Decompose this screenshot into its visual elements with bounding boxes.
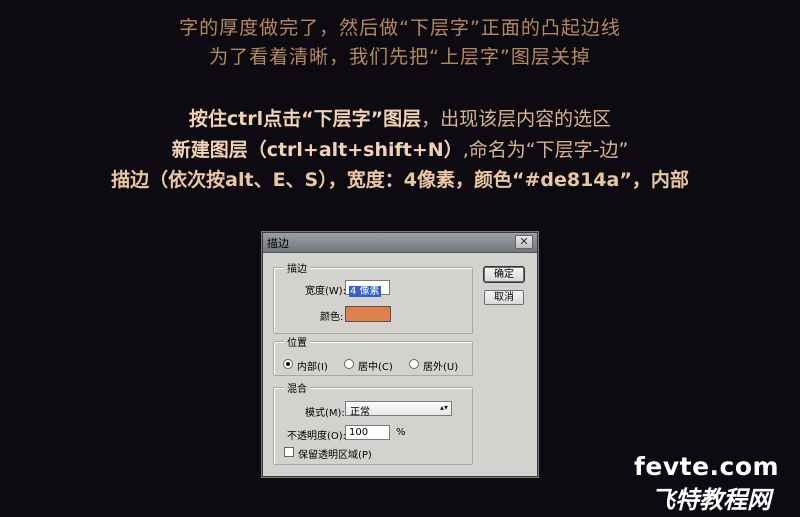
dialog-titlebar[interactable]: 描边 ✕ [263,233,537,253]
preserve-label[interactable]: 保留透明区域(P) [298,446,372,461]
preserve-checkbox[interactable] [284,447,294,457]
watermark-site-name: 飞特教程网 [651,486,771,514]
radio-outside-label[interactable]: 居外(U) [423,358,458,373]
width-input[interactable]: 4 像素 [345,280,390,297]
width-value: 4 像素 [349,286,381,297]
mode-value: 正常 [350,407,370,418]
blend-group-legend: 混合 [284,380,310,395]
select-arrows-icon: ▴▾ [439,403,448,412]
intro-line-1: 字的厚度做完了，然后做“下层字”正面的凸起边线 [179,17,621,39]
stroke-group-legend: 描边 [284,260,310,275]
radio-center[interactable] [344,359,354,369]
dialog-title: 描边 [267,237,289,250]
color-label: 颜色: [320,312,344,323]
opacity-unit: % [396,427,406,438]
close-icon[interactable]: ✕ [515,235,533,249]
step-3: 描边（依次按alt、E、S），宽度：4像素，颜色“#de814a”，内部 [111,169,689,191]
color-swatch[interactable] [345,306,391,322]
ok-button[interactable]: 确定 [484,267,524,282]
stroke-group: 描边 [273,260,473,334]
stroke-dialog: 描边 ✕ 描边 宽度(W): 4 像素 颜色: 位置 内部(I) 居中(C) 居… [262,232,538,477]
width-label: 宽度(W): [305,286,347,297]
radio-outside[interactable] [409,359,419,369]
radio-center-label[interactable]: 居中(C) [358,358,393,373]
mode-label: 模式(M): [305,408,345,419]
position-group-legend: 位置 [284,334,310,349]
radio-inside[interactable] [283,359,293,369]
step-1-emphasis: 按住ctrl点击“下层字”图层 [188,108,422,130]
intro-line-2: 为了看着清晰，我们先把“上层字”图层关掉 [209,46,591,68]
mode-select[interactable]: 正常 ▴▾ [345,401,452,418]
step-1-rest: ，出现该层内容的选区 [421,108,612,130]
opacity-input[interactable]: 100 [345,425,390,440]
step-2-rest: ,命名为“下层字-边” [462,139,629,161]
opacity-label: 不透明度(O): [287,431,347,442]
step-2: 新建图层（ctrl+alt+shift+N）,命名为“下层字-边” [0,135,800,162]
watermark-domain: fevte.com [634,452,780,481]
cancel-button[interactable]: 取消 [484,290,524,305]
step-1: 按住ctrl点击“下层字”图层，出现该层内容的选区 [0,104,800,131]
radio-inside-label[interactable]: 内部(I) [297,358,328,373]
step-2-emphasis: 新建图层（ctrl+alt+shift+N） [171,139,463,161]
